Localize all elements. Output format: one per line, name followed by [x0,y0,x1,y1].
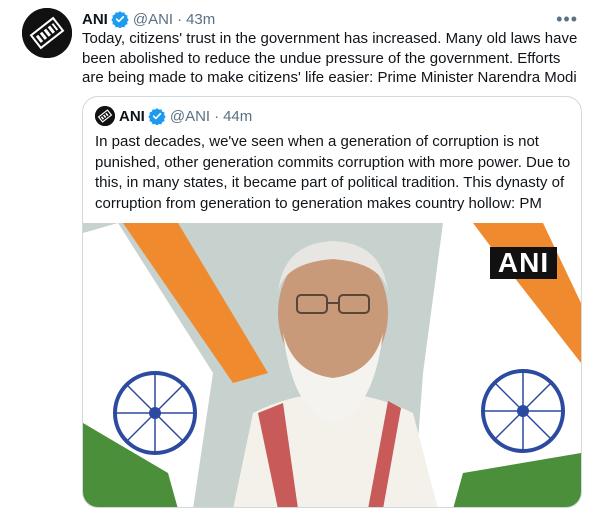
verified-badge-icon [111,10,129,29]
timestamp[interactable]: 43m [186,11,215,28]
media-watermark: ANI [490,247,557,279]
separator-dot: · [177,10,183,28]
quoted-timestamp: 44m [223,107,253,125]
quoted-tweet-text: In past decades, we've seen when a gener… [95,133,571,212]
quoted-tweet[interactable]: ANI @ANI · 44m In past decades, we've se… [82,96,582,508]
ani-logo-icon [22,8,72,58]
author-name[interactable]: ANI [82,11,108,28]
quoted-media-image[interactable]: ANI [83,223,581,507]
separator-dot: · [214,107,220,125]
quoted-author-handle: @ANI [169,107,211,125]
quoted-author-name: ANI [119,107,145,125]
author-avatar[interactable] [22,8,72,58]
tweet-header: ANI @ANI · 43m ••• [82,9,582,29]
verified-badge-icon [148,107,166,126]
author-handle[interactable]: @ANI [133,11,173,28]
quoted-author-avatar [95,106,115,126]
quoted-tweet-header: ANI @ANI · 44m [119,105,252,127]
ani-logo-icon [95,106,115,126]
tweet-text: Today, citizens' trust in the government… [82,30,578,86]
more-options-icon[interactable]: ••• [556,9,578,30]
tweet[interactable]: ANI @ANI · 43m ••• Today, citizens' trus… [0,0,594,513]
